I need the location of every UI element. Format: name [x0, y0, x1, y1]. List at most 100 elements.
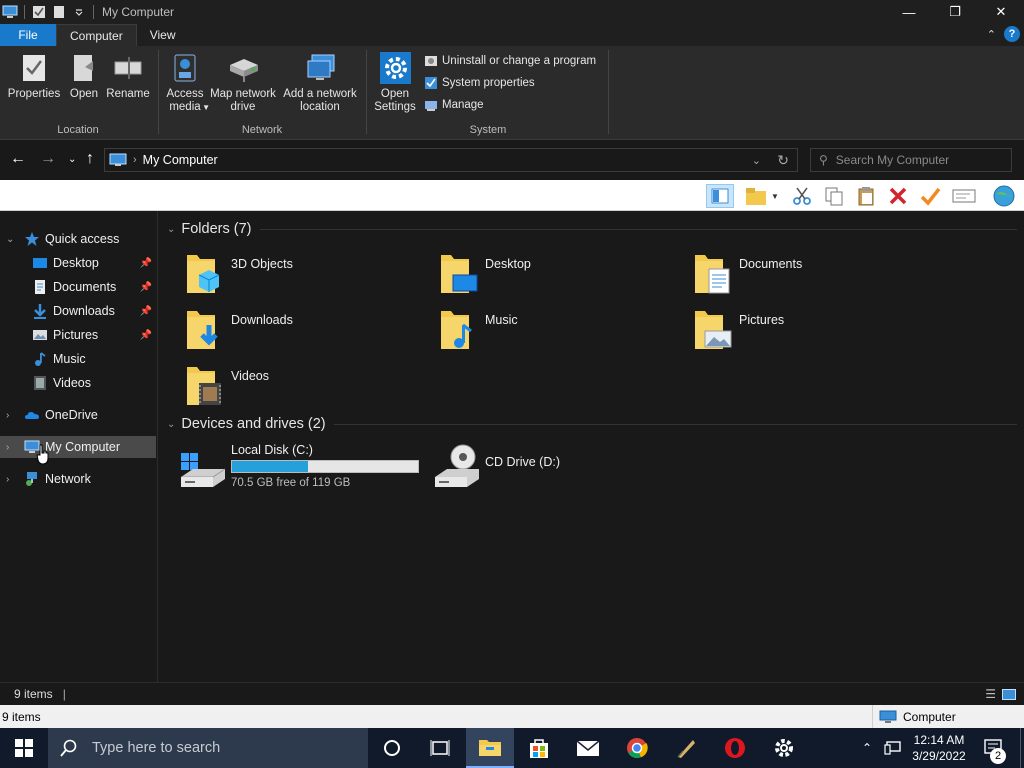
- drives-section-header[interactable]: ⌄ Devices and drives (2): [167, 416, 1017, 432]
- taskbar-clock[interactable]: 12:14 AM 3/29/2022: [906, 732, 972, 764]
- forward-button[interactable]: →: [40, 150, 56, 168]
- rename-button[interactable]: Rename: [104, 52, 152, 101]
- network-globe-button[interactable]: [990, 184, 1018, 208]
- paste-button[interactable]: [854, 184, 878, 208]
- tab-view[interactable]: View: [137, 24, 189, 46]
- customize-dropdown-icon[interactable]: [71, 4, 87, 20]
- folder-desktop[interactable]: Desktop: [439, 251, 679, 299]
- separator: [93, 5, 94, 19]
- taskbar-file-explorer[interactable]: [466, 728, 514, 768]
- map-network-drive-button[interactable]: Map network drive: [206, 52, 280, 114]
- minimize-button[interactable]: —: [886, 0, 932, 24]
- opera-icon: [725, 738, 745, 758]
- breadcrumb-chevron-icon[interactable]: ›: [133, 154, 137, 166]
- taskbar-mail[interactable]: [564, 728, 612, 768]
- folders-section-header[interactable]: ⌄ Folders (7): [167, 221, 1017, 237]
- open-button[interactable]: Open: [64, 52, 104, 101]
- taskbar: Type here to search ⌃ 12:14 AM 3/29/2022…: [0, 728, 1024, 768]
- network-tray-icon[interactable]: [884, 740, 902, 756]
- help-icon[interactable]: ?: [1004, 26, 1020, 42]
- sidebar-item-downloads[interactable]: Downloads 📌: [0, 300, 156, 322]
- task-view-button[interactable]: [416, 728, 464, 768]
- folder-3d-objects[interactable]: 3D Objects: [185, 251, 425, 299]
- address-dropdown-icon[interactable]: ⌄: [752, 154, 761, 167]
- new-folder-dropdown-icon[interactable]: ▼: [768, 184, 782, 208]
- new-folder-button[interactable]: [744, 184, 768, 208]
- pin-icon: 📌: [139, 305, 152, 317]
- taskbar-chrome[interactable]: [613, 728, 661, 768]
- recent-locations-button[interactable]: ⌄: [68, 154, 76, 165]
- sidebar-item-desktop[interactable]: Desktop 📌: [0, 252, 156, 274]
- folder-videos[interactable]: Videos: [185, 363, 425, 411]
- chevron-down-icon[interactable]: ⌄: [167, 419, 175, 430]
- cortana-button[interactable]: [368, 728, 416, 768]
- properties-check-icon[interactable]: [31, 4, 47, 20]
- new-folder-icon[interactable]: [51, 4, 67, 20]
- back-button[interactable]: ←: [10, 150, 26, 168]
- sidebar-item-music[interactable]: Music: [0, 348, 156, 370]
- folder-documents[interactable]: Documents: [693, 251, 933, 299]
- large-icons-view-icon[interactable]: [1002, 688, 1016, 700]
- rename-checkmark-button[interactable]: [918, 184, 942, 208]
- system-properties-button[interactable]: System properties: [424, 76, 535, 90]
- tab-computer[interactable]: Computer: [56, 24, 137, 46]
- folder-downloads[interactable]: Downloads: [185, 307, 425, 355]
- sidebar-item-quick-access[interactable]: ⌄ Quick access: [0, 228, 156, 250]
- taskbar-opera[interactable]: [711, 728, 759, 768]
- section-divider: [259, 228, 1017, 230]
- properties-button[interactable]: Properties: [6, 52, 62, 101]
- chevron-down-icon[interactable]: ⌄: [167, 224, 175, 235]
- start-button[interactable]: [0, 728, 48, 768]
- sidebar-item-onedrive[interactable]: › OneDrive: [0, 404, 156, 426]
- manage-button[interactable]: Manage: [424, 98, 484, 112]
- add-network-location-button[interactable]: Add a network location: [280, 52, 360, 114]
- close-button[interactable]: ✕: [978, 0, 1024, 24]
- chevron-down-icon[interactable]: ⌄: [6, 234, 16, 245]
- sidebar-item-documents[interactable]: Documents 📌: [0, 276, 156, 298]
- chevron-right-icon[interactable]: ›: [6, 442, 16, 453]
- desktop-icon: [33, 258, 47, 268]
- taskbar-settings[interactable]: [760, 728, 808, 768]
- pictures-folder-icon: [693, 307, 733, 351]
- maximize-button[interactable]: ❐: [932, 0, 978, 24]
- drive-cd-d[interactable]: CD Drive (D:): [433, 443, 560, 487]
- properties-toolbar-button[interactable]: [950, 184, 978, 208]
- access-media-button[interactable]: Access media ▼: [162, 52, 210, 114]
- sidebar-item-my-computer[interactable]: › My Computer: [0, 436, 156, 458]
- delete-button[interactable]: [886, 184, 910, 208]
- taskbar-store[interactable]: [515, 728, 563, 768]
- show-desktop-button[interactable]: [1020, 728, 1024, 768]
- computer-icon: [879, 710, 897, 723]
- action-center-button[interactable]: 2: [972, 728, 1016, 768]
- breadcrumb-my-computer[interactable]: My Computer: [143, 153, 218, 167]
- collapse-ribbon-icon[interactable]: ⌃: [987, 28, 996, 41]
- computer-icon[interactable]: [2, 4, 18, 20]
- preview-pane-button[interactable]: [706, 184, 734, 208]
- address-bar[interactable]: › My Computer ⌄ ↻: [104, 148, 798, 172]
- cut-button[interactable]: [790, 184, 814, 208]
- refresh-icon[interactable]: ↻: [777, 152, 789, 169]
- sidebar-item-videos[interactable]: Videos: [0, 372, 156, 394]
- pin-icon: 📌: [139, 281, 152, 293]
- taskbar-search[interactable]: Type here to search: [48, 728, 368, 768]
- tab-file[interactable]: File: [0, 24, 56, 46]
- tray-overflow-chevron-icon[interactable]: ⌃: [862, 741, 872, 755]
- chevron-right-icon[interactable]: ›: [6, 410, 16, 421]
- details-view-icon[interactable]: ☰: [985, 687, 996, 701]
- taskbar-search-input[interactable]: Type here to search: [92, 740, 220, 756]
- folder-music[interactable]: Music: [439, 307, 679, 355]
- drive-local-disk-c[interactable]: Local Disk (C:) 70.5 GB free of 119 GB: [179, 443, 419, 489]
- chevron-right-icon[interactable]: ›: [6, 474, 16, 485]
- sidebar-item-network[interactable]: › Network: [0, 468, 156, 490]
- taskbar-app-feather[interactable]: [662, 728, 710, 768]
- pin-icon: 📌: [139, 257, 152, 269]
- task-view-icon: [430, 740, 450, 756]
- up-button[interactable]: ↑: [86, 150, 94, 168]
- uninstall-program-button[interactable]: Uninstall or change a program: [424, 54, 596, 68]
- open-settings-button[interactable]: Open Settings: [372, 52, 418, 114]
- folder-pictures[interactable]: Pictures: [693, 307, 933, 355]
- sidebar-item-pictures[interactable]: Pictures 📌: [0, 324, 156, 346]
- copy-button[interactable]: [822, 184, 846, 208]
- search-box[interactable]: ⚲ Search My Computer: [810, 148, 1012, 172]
- search-input[interactable]: Search My Computer: [836, 153, 949, 167]
